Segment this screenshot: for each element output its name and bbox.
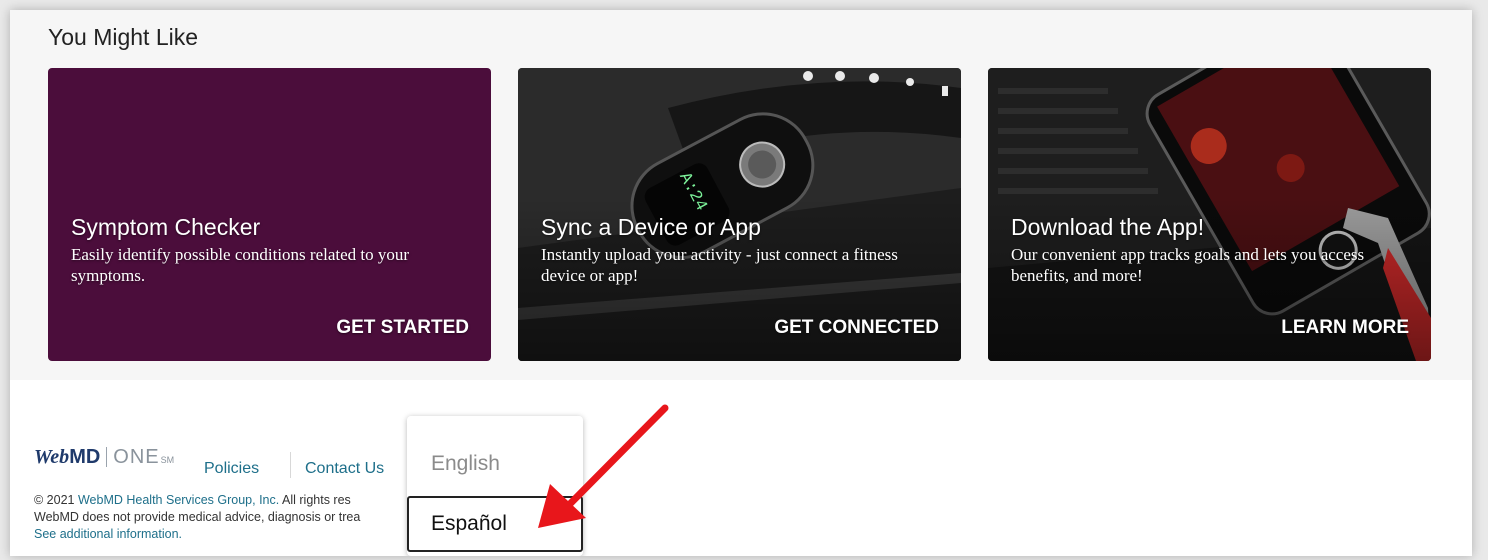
section-title: You Might Like (48, 24, 199, 50)
learn-more-button[interactable]: LEARN MORE (1281, 317, 1409, 339)
get-started-button[interactable]: GET STARTED (336, 317, 469, 339)
page-frame: You Might Like Symptom Checker Easily id… (10, 10, 1472, 556)
copyright-line: © 2021 WebMD Health Services Group, Inc.… (34, 492, 406, 509)
legal-text: © 2021 WebMD Health Services Group, Inc.… (34, 492, 406, 543)
copyright-year: © 2021 (34, 493, 75, 507)
card-title: Download the App! (1011, 214, 1205, 240)
disclaimer-line: WebMD does not provide medical advice, d… (34, 510, 361, 524)
card-title: Symptom Checker (71, 214, 261, 240)
logo-one: ONE (113, 446, 160, 468)
language-option-english[interactable]: English (407, 436, 583, 492)
language-option-espanol[interactable]: Español (407, 496, 583, 552)
logo-web: Web (34, 446, 70, 468)
sync-device-card[interactable]: A:24 Sync a Device or App Instantly uplo… (518, 68, 961, 361)
policies-link[interactable]: Policies (204, 460, 259, 478)
download-app-card[interactable]: Download the App! Our convenient app tra… (988, 68, 1431, 361)
logo-sm: SM (160, 455, 175, 465)
company-link[interactable]: WebMD Health Services Group, Inc. (78, 493, 279, 507)
footer: Web MD ONE SM Policies Contact Us © 2021 W… (10, 380, 1472, 556)
footer-link-divider (290, 452, 291, 478)
card-title: Sync a Device or App (541, 214, 761, 240)
card-description: Our convenient app tracks goals and lets… (1011, 245, 1365, 285)
card-description: Easily identify possible conditions rela… (71, 245, 410, 285)
webmd-one-logo: Web MD ONE SM (34, 446, 174, 468)
logo-md: MD (69, 446, 101, 468)
additional-information-link[interactable]: See additional information. (34, 526, 406, 543)
rights-text: All rights res (282, 493, 351, 507)
symptom-checker-card[interactable]: Symptom Checker Easily identify possible… (48, 68, 491, 361)
card-description: Instantly upload your activity - just co… (541, 245, 898, 285)
logo-divider (106, 447, 108, 467)
get-connected-button[interactable]: GET CONNECTED (774, 317, 939, 339)
contact-us-link[interactable]: Contact Us (305, 460, 384, 478)
you-might-like-section: You Might Like Symptom Checker Easily id… (10, 10, 1472, 380)
language-dropdown-menu: English Español (407, 416, 583, 556)
